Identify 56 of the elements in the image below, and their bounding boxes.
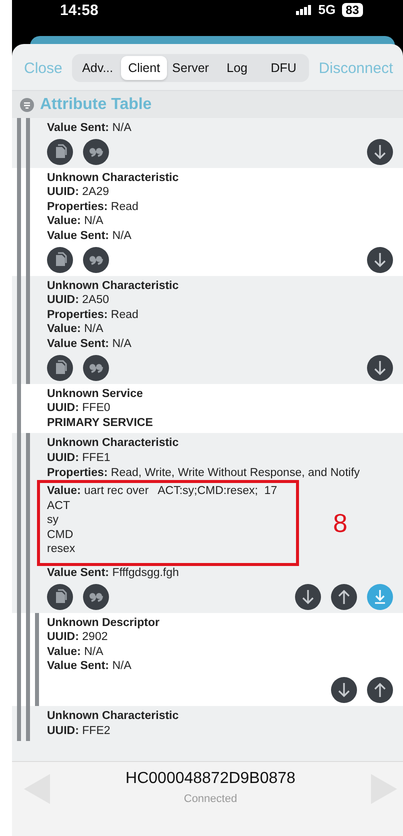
quote-icon[interactable]: [83, 138, 109, 165]
tab[interactable]: DFU: [260, 56, 307, 80]
signal-icon: [296, 4, 312, 14]
copy-icon[interactable]: [47, 354, 73, 381]
attribute-row[interactable]: Unknown Service UUID: FFE0 PRIMARY SERVICE: [12, 384, 403, 434]
attribute-field: Value: N/A: [47, 322, 393, 337]
attribute-field: Value Sent: N/A: [47, 336, 393, 352]
battery-level: 83: [342, 2, 363, 16]
attribute-field: Value Sent: N/A: [47, 121, 393, 136]
collapse-icon[interactable]: [20, 98, 34, 112]
device-name: HC000048872D9B0878: [126, 770, 296, 788]
attribute-row[interactable]: Unknown Descriptor UUID: 2902 Value: N/A Value Sent: N/A: [12, 612, 403, 706]
attribute-field: Value: N/A: [47, 214, 393, 229]
attribute-field: UUID: FFE0: [47, 401, 393, 416]
attribute-field: Properties: Read: [47, 200, 393, 214]
tab[interactable]: Log: [214, 56, 260, 80]
value-line: ACT: [47, 498, 71, 514]
copy-icon[interactable]: [47, 584, 73, 610]
value-line: resex: [47, 542, 76, 558]
attribute-title: Unknown Characteristic: [47, 170, 180, 186]
value-line: CMD: [47, 528, 74, 542]
attribute-field: UUID: 2A29: [47, 185, 393, 200]
attribute-field: Value Sent: N/A: [47, 228, 393, 244]
attribute-title: Unknown Service: [47, 386, 144, 402]
attribute-field: UUID: FFE1: [47, 450, 393, 466]
attribute-row[interactable]: Unknown Characteristic UUID: 2A29 Properties: Read Value: N/A Value Sent: N/A: [12, 168, 403, 276]
quote-icon[interactable]: [83, 584, 109, 610]
service-type: PRIMARY SERVICE: [47, 416, 154, 430]
status-time: 14:58: [60, 2, 98, 19]
attribute-field: Properties: Read: [47, 308, 393, 322]
tab[interactable]: Client: [120, 56, 168, 80]
download-icon[interactable]: [367, 584, 393, 610]
attribute-field: UUID: FFE2: [47, 724, 393, 738]
tab[interactable]: Adv...: [74, 56, 121, 80]
network-label: 5G: [318, 2, 336, 17]
copy-icon[interactable]: [47, 246, 73, 273]
attribute-row[interactable]: Unknown Characteristic UUID: 2A50 Properties: Read Value: N/A Value Sent: N/A: [12, 276, 403, 384]
attribute-field: Value Sent: Ffffgdsgg.fgh: [47, 566, 393, 581]
section-title: Attribute Table: [40, 96, 152, 114]
value-line: sy: [47, 513, 60, 528]
attribute-field: UUID: 2A50: [47, 293, 393, 308]
annotation-number: 8: [333, 508, 348, 539]
attribute-field: Properties: Read, Write, Write Without Response, and Notify: [47, 466, 393, 480]
attribute-field: UUID: 2902: [47, 630, 393, 645]
attribute-field: Value: uart rec over ACT:sy;CMD:resex; 17: [47, 484, 291, 499]
quote-icon[interactable]: [83, 246, 109, 273]
attribute-title: Unknown Characteristic: [47, 436, 180, 451]
connection-status: Connected: [184, 793, 238, 805]
attribute-title: Unknown Characteristic: [47, 278, 180, 294]
attribute-title: Unknown Characteristic: [47, 709, 180, 724]
quote-icon[interactable]: [83, 354, 109, 381]
attribute-field: Value: N/A: [47, 644, 393, 660]
tab[interactable]: Server: [167, 56, 214, 80]
attribute-title: Unknown Descriptor: [47, 616, 160, 630]
copy-icon[interactable]: [47, 138, 73, 165]
attribute-field: Value Sent: N/A: [47, 659, 393, 674]
